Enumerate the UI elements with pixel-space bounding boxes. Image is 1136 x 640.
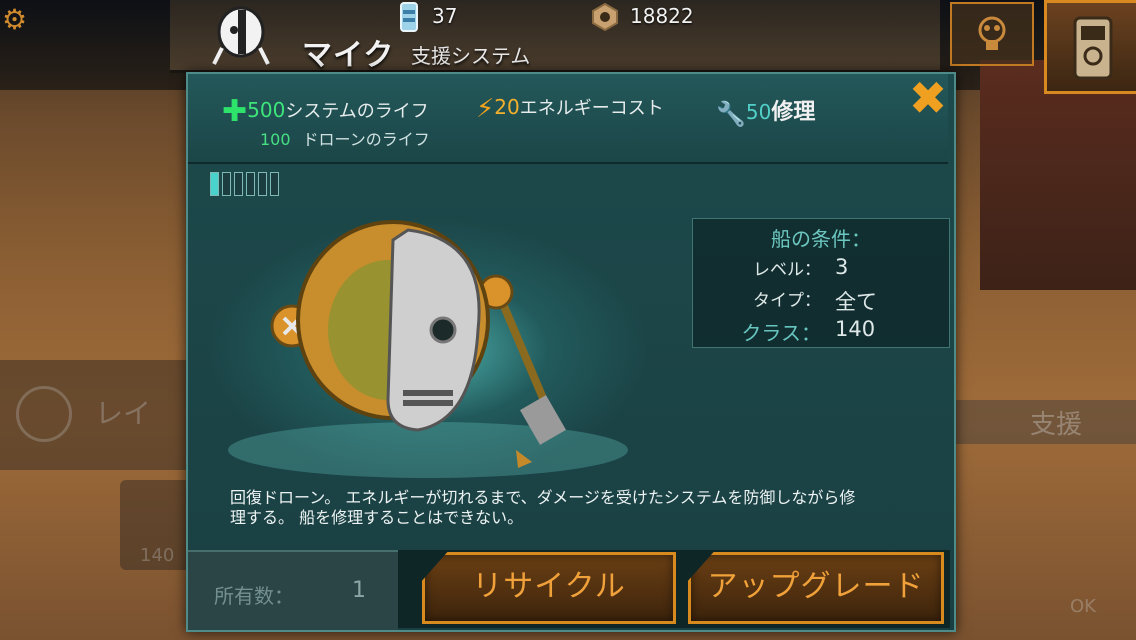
requirements-panel: 船の条件： レベル： 3 タイプ： 全て クラス： 140: [692, 218, 950, 348]
item-showcase: [188, 200, 688, 500]
level-pip: [246, 172, 255, 196]
recycle-button[interactable]: リサイクル: [422, 552, 676, 624]
life-value: 500: [247, 98, 286, 122]
drone-life-label: ドローンのライフ: [302, 130, 430, 149]
wrench-icon: 🔧: [716, 100, 746, 128]
skull-icon: [16, 386, 72, 442]
level-pip: [210, 172, 219, 196]
owned-label: 所有数：: [214, 584, 294, 608]
energy-value: 20: [494, 95, 520, 119]
can-resource-count: 37: [432, 4, 458, 28]
level-pip: [258, 172, 267, 196]
requirement-class-label: クラス：: [741, 321, 821, 345]
device-button[interactable]: [1044, 0, 1136, 94]
level-pip: [270, 172, 279, 196]
requirement-level: レベル： 3: [693, 255, 949, 285]
page-title: マイク: [302, 38, 395, 73]
level-pip: [234, 172, 243, 196]
background-vehicle: [170, 0, 940, 73]
requirement-class: クラス： 140: [693, 317, 949, 347]
energy-label: エネルギーコスト: [519, 98, 664, 119]
requirement-level-value: 3: [835, 255, 849, 279]
drone-life-value: 100: [260, 130, 291, 149]
repair-value: 50: [745, 100, 772, 124]
robot-avatar-icon: [208, 2, 274, 68]
requirement-level-label: レベル：: [753, 260, 821, 280]
level-pip: [222, 172, 231, 196]
requirement-type: タイプ： 全て: [693, 286, 949, 316]
action-bar: リサイクル アップグレード: [398, 550, 950, 628]
page-subtitle: 支援システム: [411, 44, 531, 68]
stats-bar: ✚500システムのライフ 100 ドローンのライフ ⚡20エネルギーコスト 🔧50…: [188, 74, 948, 164]
background-ok-label: OK: [1070, 596, 1096, 617]
life-stat: ✚500システムのライフ: [222, 94, 429, 129]
repair-stat: 🔧50修理: [716, 94, 815, 128]
close-button[interactable]: ✖: [904, 75, 952, 124]
background-tower: [980, 60, 1136, 290]
plus-icon: ✚: [222, 94, 248, 129]
level-indicator: [210, 172, 279, 196]
owned-count-area: 所有数： 1: [188, 550, 398, 630]
gas-mask-icon: [978, 16, 1006, 50]
repair-label: 修理: [771, 100, 816, 125]
nut-currency-icon: [590, 2, 620, 32]
device-icon: [1073, 16, 1113, 80]
life-label: システムのライフ: [285, 101, 429, 122]
requirement-type-value: 全て: [835, 290, 877, 314]
requirement-type-label: タイプ：: [753, 291, 821, 311]
item-detail-dialog: ✚500システムのライフ 100 ドローンのライフ ⚡20エネルギーコスト 🔧50…: [186, 72, 956, 632]
energy-stat: ⚡20エネルギーコスト: [476, 94, 664, 124]
gas-mask-button[interactable]: [950, 2, 1034, 66]
settings-gear-icon[interactable]: ⚙: [2, 6, 30, 34]
item-description: 回復ドローン。 エネルギーが切れるまで、ダメージを受けたシステムを防御しながら修…: [230, 488, 856, 527]
background-tab-label: レイ: [95, 397, 152, 430]
requirement-class-value: 140: [835, 317, 876, 341]
nut-currency-count: 18822: [630, 4, 694, 28]
lightning-icon: ⚡: [476, 94, 495, 124]
drone-life-stat: 100 ドローンのライフ: [260, 126, 430, 150]
background-item-number: 140: [140, 545, 175, 566]
requirements-title: 船の条件：: [771, 227, 871, 251]
repair-drone-image: [228, 220, 628, 478]
background-support-label: 支援: [1030, 410, 1083, 440]
owned-value: 1: [352, 578, 366, 603]
can-resource-icon: [398, 0, 420, 34]
upgrade-button[interactable]: アップグレード: [688, 552, 944, 624]
